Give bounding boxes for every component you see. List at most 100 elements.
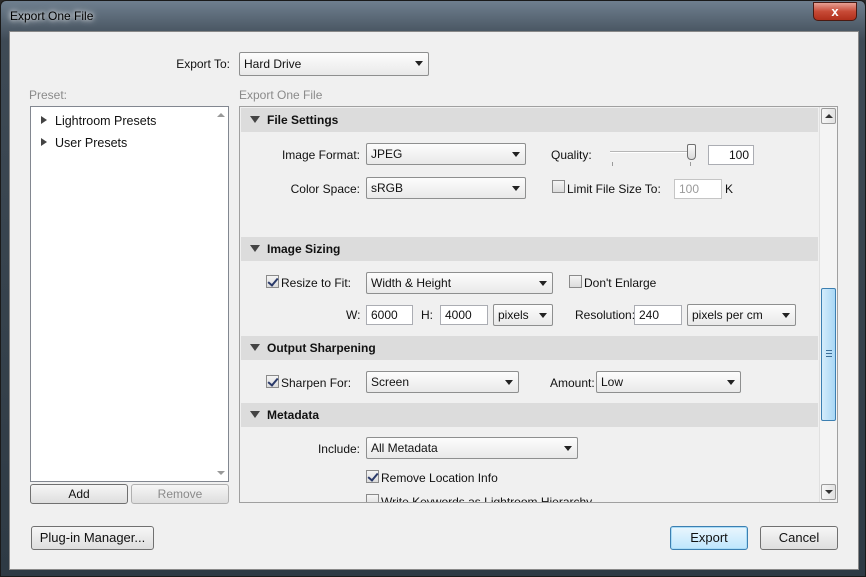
resolution-label: Resolution:	[575, 308, 636, 322]
chevron-down-icon	[539, 281, 547, 286]
plugin-manager-button[interactable]: Plug-in Manager...	[31, 526, 154, 550]
dont-enlarge-label: Don't Enlarge	[584, 276, 657, 290]
amount-select[interactable]: Low	[596, 371, 741, 393]
section-metadata[interactable]: Metadata	[241, 403, 818, 427]
size-unit-select[interactable]: pixels	[493, 304, 553, 326]
resize-to-fit-checkbox[interactable]	[266, 275, 279, 288]
export-to-value: Hard Drive	[244, 57, 302, 71]
panel-title: Export One File	[239, 88, 323, 102]
preset-list-scrollbar[interactable]	[214, 107, 228, 481]
chevron-down-icon	[415, 61, 423, 66]
color-space-label: Color Space:	[290, 182, 360, 196]
title-bar[interactable]: Export One File x	[1, 1, 866, 31]
export-dialog: Export One File x Export To: Hard Drive …	[0, 0, 866, 577]
sharpen-for-label: Sharpen For:	[281, 376, 352, 390]
export-to-select[interactable]: Hard Drive	[239, 52, 429, 76]
slider-tick	[690, 162, 691, 166]
metadata-include-value: All Metadata	[371, 441, 438, 455]
triangle-right-icon	[41, 116, 47, 124]
resolution-input[interactable]: 240	[634, 305, 682, 325]
remove-location-label: Remove Location Info	[381, 471, 498, 485]
height-label: H:	[421, 308, 433, 322]
preset-folder-label: User Presets	[55, 136, 128, 150]
write-keywords-label: Write Keywords as Lightroom Hierarchy	[381, 495, 593, 503]
section-title: Metadata	[267, 408, 320, 422]
grip-line	[826, 350, 832, 351]
resolution-unit-value: pixels per cm	[692, 308, 763, 322]
amount-value: Low	[601, 375, 624, 389]
triangle-down-icon	[250, 116, 260, 123]
height-input[interactable]: 4000	[440, 305, 488, 325]
settings-panel: File Settings Image Format: JPEG Quality…	[239, 106, 838, 503]
scroll-up-icon[interactable]	[217, 113, 225, 117]
image-format-value: JPEG	[371, 147, 403, 161]
section-output-sharpening[interactable]: Output Sharpening	[241, 336, 818, 360]
amount-label: Amount:	[550, 376, 595, 390]
sharpen-for-checkbox[interactable]	[266, 375, 279, 388]
slider-tick	[612, 162, 613, 166]
scroll-down-icon	[825, 490, 833, 494]
color-space-select[interactable]: sRGB	[366, 177, 526, 199]
sharpen-for-value: Screen	[371, 375, 410, 389]
scroll-down-icon[interactable]	[217, 471, 225, 475]
image-format-label: Image Format:	[281, 148, 360, 162]
scroll-up-button[interactable]	[821, 108, 836, 124]
export-to-label: Export To:	[176, 57, 230, 71]
sharpen-for-select[interactable]: Screen	[366, 371, 519, 393]
grip-line	[826, 356, 832, 357]
export-button[interactable]: Export	[670, 526, 748, 550]
chevron-down-icon	[727, 380, 735, 385]
limit-unit-label: K	[725, 182, 734, 196]
quality-label: Quality:	[551, 148, 592, 162]
dont-enlarge-checkbox[interactable]	[569, 275, 582, 288]
scrollbar-thumb[interactable]	[821, 288, 836, 421]
triangle-right-icon	[41, 138, 47, 146]
chevron-down-icon	[505, 380, 513, 385]
quality-slider-track[interactable]	[610, 151, 696, 153]
limit-file-size-checkbox[interactable]	[552, 180, 565, 193]
scroll-up-icon	[825, 114, 833, 118]
resolution-unit-select[interactable]: pixels per cm	[687, 304, 796, 326]
cancel-button[interactable]: Cancel	[760, 526, 838, 550]
write-keywords-checkbox[interactable]	[366, 494, 379, 502]
scroll-down-button[interactable]	[821, 484, 836, 500]
remove-preset-button[interactable]: Remove	[131, 484, 229, 504]
metadata-include-select[interactable]: All Metadata	[366, 437, 578, 459]
preset-label: Preset:	[29, 88, 68, 102]
section-file-settings[interactable]: File Settings	[241, 108, 818, 132]
resize-mode-value: Width & Height	[371, 276, 452, 290]
section-title: Image Sizing	[267, 242, 341, 256]
color-space-value: sRGB	[371, 181, 404, 195]
dialog-body: Export To: Hard Drive Preset: Export One…	[9, 31, 859, 570]
limit-file-size-input[interactable]: 100	[674, 179, 722, 199]
preset-folder-label: Lightroom Presets	[55, 114, 157, 128]
resize-to-fit-label: Resize to Fit:	[281, 276, 352, 290]
section-image-sizing[interactable]: Image Sizing	[241, 237, 818, 261]
width-label: W:	[346, 308, 361, 322]
section-title: Output Sharpening	[267, 341, 376, 355]
window-title: Export One File	[10, 9, 94, 23]
include-label: Include:	[317, 442, 360, 456]
preset-list[interactable]: Lightroom Presets User Presets	[30, 106, 229, 482]
image-format-select[interactable]: JPEG	[366, 143, 526, 165]
chevron-down-icon	[512, 152, 520, 157]
preset-folder-lightroom[interactable]: Lightroom Presets	[41, 114, 156, 128]
chevron-down-icon	[564, 446, 572, 451]
width-input[interactable]: 6000	[366, 305, 413, 325]
size-unit-value: pixels	[498, 308, 529, 322]
quality-input[interactable]: 100	[708, 145, 754, 165]
chevron-down-icon	[512, 186, 520, 191]
remove-location-checkbox[interactable]	[366, 470, 379, 483]
add-preset-button[interactable]: Add	[30, 484, 128, 504]
chevron-down-icon	[782, 313, 790, 318]
close-button[interactable]: x	[813, 2, 857, 21]
section-title: File Settings	[267, 113, 339, 127]
grip-line	[826, 353, 832, 354]
settings-scrollbar[interactable]	[819, 107, 837, 502]
resize-mode-select[interactable]: Width & Height	[366, 272, 553, 294]
triangle-down-icon	[250, 245, 260, 252]
limit-file-size-label: Limit File Size To:	[567, 182, 661, 196]
preset-folder-user[interactable]: User Presets	[41, 136, 127, 150]
chevron-down-icon	[539, 313, 547, 318]
quality-slider-thumb[interactable]	[687, 144, 696, 160]
